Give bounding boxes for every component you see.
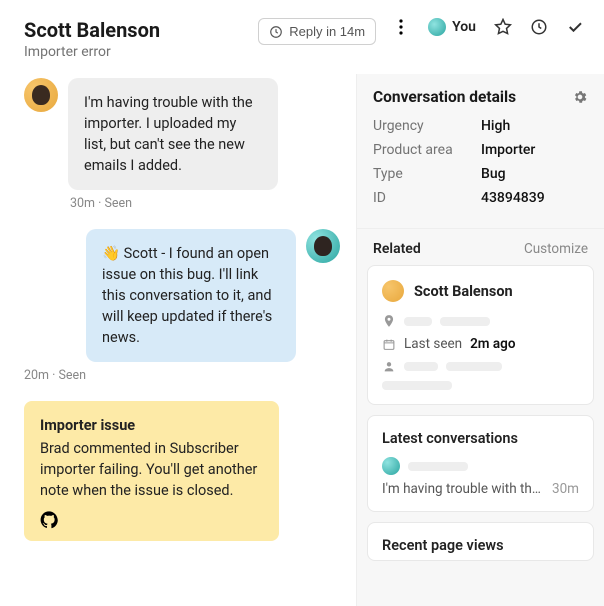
product-area-label: Product area	[373, 142, 481, 158]
reply-timer-label: Reply in 14m	[289, 24, 365, 39]
contact-title: Scott Balenson	[24, 18, 248, 42]
conversation-preview: I'm having trouble with the...	[382, 481, 544, 497]
clock-icon	[530, 18, 548, 36]
sidebar: Conversation details UrgencyHigh Product…	[356, 74, 604, 606]
urgency-value[interactable]: High	[481, 118, 510, 134]
assignee-avatar	[428, 18, 446, 36]
conversation-thread: I'm having trouble with the importer. I …	[0, 74, 356, 606]
contact-name: Scott Balenson	[414, 283, 513, 300]
last-seen-label: Last seen	[404, 336, 462, 352]
calendar-icon	[382, 338, 396, 351]
message-meta: 20m · Seen	[24, 368, 340, 383]
related-heading: Related	[373, 241, 421, 257]
internal-note: Importer issue Brad commented in Subscri…	[24, 401, 279, 541]
message-meta: 30m · Seen	[70, 196, 340, 211]
customer-avatar	[24, 78, 58, 112]
assignee-pill[interactable]: You	[428, 18, 476, 36]
note-body: Brad commented in Subscriber importer fa…	[40, 438, 263, 501]
urgency-label: Urgency	[373, 118, 481, 134]
agent-avatar	[306, 229, 340, 263]
last-seen-value: 2m ago	[470, 336, 515, 352]
assignee-label: You	[452, 19, 476, 35]
gear-icon[interactable]	[572, 89, 588, 105]
star-icon	[494, 18, 512, 36]
snooze-button[interactable]	[530, 18, 548, 36]
id-value: 43894839	[481, 190, 545, 206]
conversation-row[interactable]	[382, 457, 579, 475]
customer-message: I'm having trouble with the importer. I …	[68, 78, 278, 190]
location-icon	[382, 314, 396, 328]
close-conversation-button[interactable]	[566, 18, 584, 36]
github-icon[interactable]	[40, 511, 58, 529]
customize-button[interactable]: Customize	[524, 241, 588, 257]
contact-card[interactable]: Scott Balenson Last seen 2m ago	[367, 265, 594, 405]
header: Scott Balenson Importer error Reply in 1…	[0, 0, 604, 74]
product-area-value[interactable]: Importer	[481, 142, 535, 158]
contact-avatar	[382, 280, 404, 302]
agent-avatar	[382, 457, 400, 475]
recent-heading: Recent page views	[382, 537, 579, 554]
latest-heading: Latest conversations	[382, 430, 579, 447]
user-icon	[382, 360, 396, 373]
agent-message: 👋 Scott - I found an open issue on this …	[86, 229, 296, 362]
dots-vertical-icon	[399, 19, 403, 35]
star-button[interactable]	[494, 18, 512, 36]
recent-pages-card: Recent page views	[367, 522, 594, 561]
type-value[interactable]: Bug	[481, 166, 506, 182]
conversation-subject: Importer error	[24, 44, 248, 60]
reply-timer-button[interactable]: Reply in 14m	[258, 18, 376, 45]
conversation-time: 30m	[552, 481, 579, 497]
latest-conversations-card: Latest conversations I'm having trouble …	[367, 415, 594, 512]
check-icon	[566, 18, 584, 36]
type-label: Type	[373, 166, 481, 182]
more-menu-button[interactable]	[392, 18, 410, 36]
id-label: ID	[373, 190, 481, 206]
note-title: Importer issue	[40, 415, 263, 436]
details-heading: Conversation details	[373, 88, 516, 106]
clock-icon	[269, 25, 283, 39]
conversation-row[interactable]: I'm having trouble with the... 30m	[382, 481, 579, 497]
